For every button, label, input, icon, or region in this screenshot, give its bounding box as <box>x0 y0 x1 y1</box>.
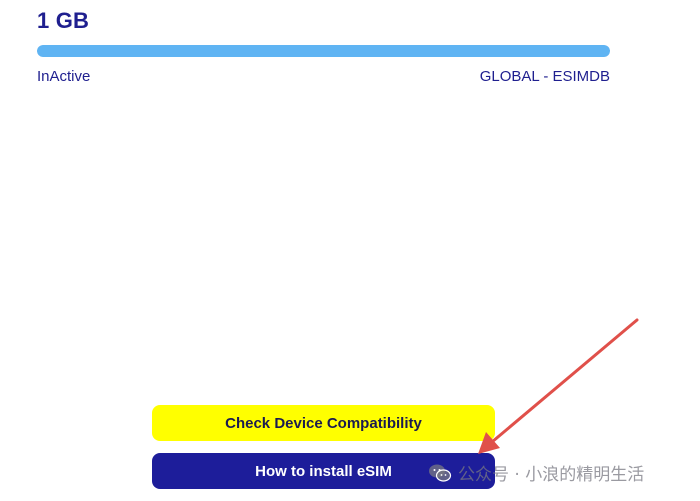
wechat-icon <box>428 462 452 484</box>
check-device-compatibility-button[interactable]: Check Device Compatibility <box>152 405 495 441</box>
data-usage-progress-bar <box>37 45 610 57</box>
data-amount: 1 GB <box>37 8 90 33</box>
plan-status: InActive <box>37 68 91 85</box>
watermark: 公众号 · 小浪的精明生活 <box>428 460 644 485</box>
watermark-text: 公众号 · 小浪的精明生活 <box>458 465 645 485</box>
esim-plan-page: 1 GB InActive GLOBAL - ESIMDB Check Devi… <box>0 0 700 501</box>
plan-name: GLOBAL - ESIMDB <box>479 68 610 85</box>
data-usage-progress-fill <box>37 45 610 57</box>
